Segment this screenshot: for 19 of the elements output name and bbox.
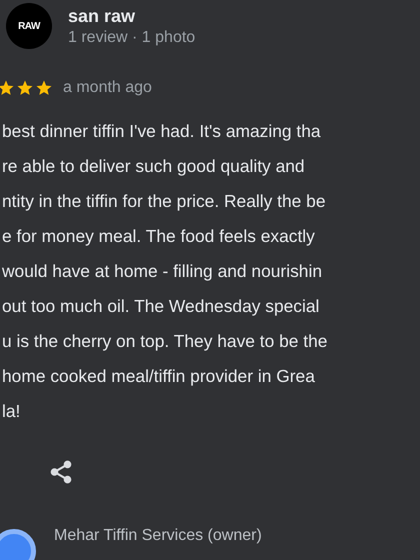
star-icon [16, 79, 34, 97]
review-text-line: would have at home - filling and nourishin [2, 260, 322, 283]
review-time: a month ago [63, 79, 152, 97]
share-icon[interactable] [48, 459, 74, 485]
reviewer-name[interactable]: san raw [68, 5, 196, 27]
reviewer-meta: 1 review · 1 photo [68, 28, 196, 48]
review-text-line: out too much oil. The Wednesday special [2, 295, 320, 318]
review-text-line: la! [2, 400, 20, 423]
review-text-line: re able to deliver such good quality and [2, 155, 305, 178]
review-text-line: ntity in the tiffin for the price. Really the be [2, 190, 326, 213]
star-icon [35, 79, 53, 97]
avatar[interactable]: RAW [6, 3, 52, 49]
review-text-line: home cooked meal/tiffin provider in Grea [2, 365, 315, 388]
review-text-line: e for money meal. The food feels exactly [2, 225, 315, 248]
owner-name: Mehar Tiffin Services (owner) [54, 527, 262, 545]
avatar-text: RAW [18, 20, 40, 32]
review-text-line: best dinner tiffin I've had. It's amazing tha [2, 120, 321, 143]
star-icon [0, 79, 15, 97]
review-text-line: u is the cherry on top. They have to be the [2, 330, 328, 353]
